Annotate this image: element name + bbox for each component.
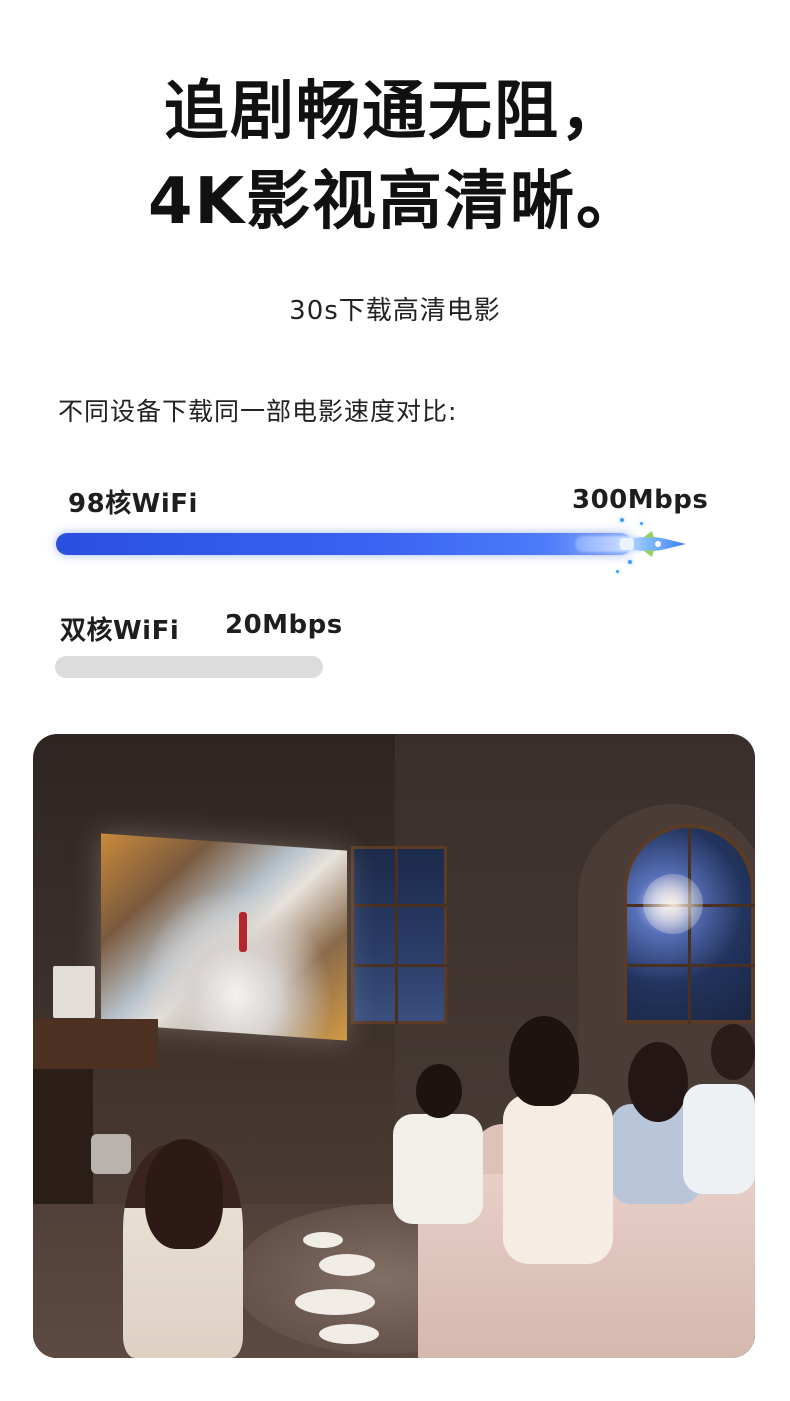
headline-line-2: 4K影视高清晰。 <box>147 165 643 239</box>
home-theater-photo <box>33 734 755 1358</box>
sparkle <box>640 522 643 525</box>
subtitle: 30s下载高清电影 <box>289 296 501 326</box>
sparkle <box>628 560 632 564</box>
sparkle <box>616 570 619 573</box>
dual-core-speed-bar <box>55 656 323 678</box>
dual-core-speed: 20Mbps <box>225 610 343 640</box>
rocket-icon <box>616 531 686 557</box>
projector <box>91 1134 131 1174</box>
window <box>351 846 447 1024</box>
comparison-label: 不同设备下载同一部电影速度对比: <box>58 397 458 426</box>
dual-core-label: 双核WiFi <box>60 616 180 646</box>
sparkle <box>620 518 624 522</box>
wifi98-speed: 300Mbps <box>572 485 709 515</box>
projected-screen <box>101 833 347 1041</box>
wifi98-label: 98核WiFi <box>68 489 198 519</box>
headline-line-1: 追剧畅通无阻， <box>164 75 626 149</box>
wifi98-speed-bar <box>56 533 632 555</box>
